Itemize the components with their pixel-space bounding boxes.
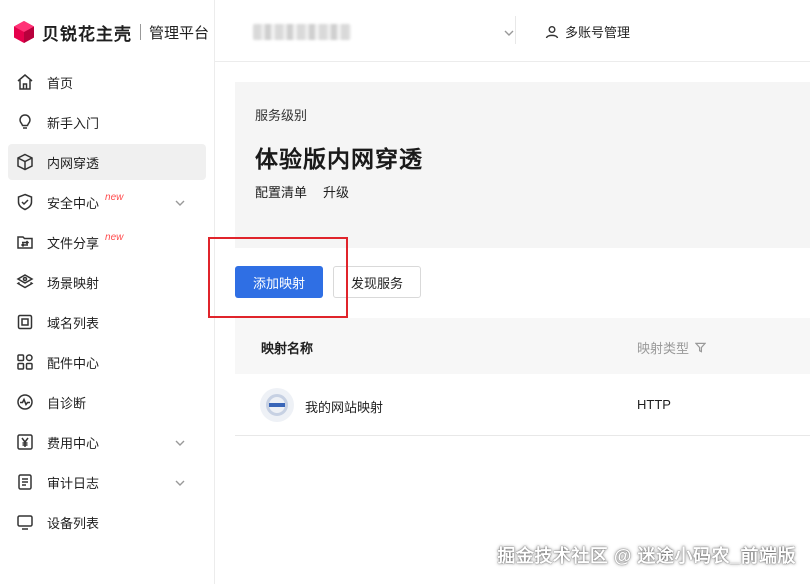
brand[interactable]: 贝锐花主壳 管理平台: [0, 0, 214, 64]
filter-icon[interactable]: [695, 342, 707, 353]
new-badge: new: [105, 231, 124, 243]
user-icon: [545, 25, 559, 38]
sidebar-item-label: 文件分享: [47, 235, 100, 251]
header-divider: [515, 16, 516, 44]
service-title: 体验版内网穿透: [255, 146, 423, 172]
sidebar-item-7[interactable]: 配件中心: [8, 344, 206, 380]
shield-icon: [16, 193, 34, 211]
brand-logo-icon: [14, 21, 34, 43]
domain-icon: [16, 313, 34, 331]
service-level-label: 服务级别: [255, 108, 308, 123]
chevron-down-icon[interactable]: [174, 196, 186, 208]
account-select[interactable]: [253, 20, 515, 44]
sidebar-item-label: 自诊断: [47, 395, 87, 411]
sidebar-item-label: 场景映射: [47, 275, 100, 291]
main-content: 服务级别 体验版内网穿透 配置清单 升级 添加映射 发现服务 映射名称 映射类型…: [215, 62, 810, 584]
sidebar-item-0[interactable]: 首页: [8, 64, 206, 100]
chevron-down-icon[interactable]: [174, 436, 186, 448]
service-links: 配置清单 升级: [255, 182, 349, 201]
sidebar-item-5[interactable]: 场景映射: [8, 264, 206, 300]
table-header: 映射名称 映射类型: [235, 318, 810, 374]
upgrade-link[interactable]: 升级: [323, 182, 349, 201]
mapping-table: 映射名称 映射类型 我的网站映射 HTTP: [235, 318, 810, 436]
folder-share-icon: [16, 233, 34, 251]
grid-icon: [16, 353, 34, 371]
sidebar-item-10[interactable]: 审计日志: [8, 464, 206, 500]
sidebar-item-label: 内网穿透: [47, 155, 100, 171]
column-header-type-label: 映射类型: [637, 341, 690, 356]
sidebar-item-label: 费用中心: [47, 435, 100, 451]
mapping-type: HTTP: [637, 397, 671, 412]
multi-account-button[interactable]: 多账号管理: [545, 22, 630, 41]
yen-icon: [16, 433, 34, 451]
brand-name: 贝锐花主壳: [42, 24, 132, 44]
table-row[interactable]: 我的网站映射 HTTP: [235, 374, 810, 436]
mapping-name[interactable]: 我的网站映射: [305, 397, 383, 416]
cube-icon: [16, 153, 34, 171]
watermark: 掘金技术社区 @ 迷途小码农_前端版: [497, 546, 796, 566]
browser-icon: [260, 388, 294, 422]
sidebar-item-6[interactable]: 域名列表: [8, 304, 206, 340]
sidebar-item-8[interactable]: 自诊断: [8, 384, 206, 420]
chevron-down-icon[interactable]: [174, 476, 186, 488]
sidebar-item-2[interactable]: 内网穿透: [8, 144, 206, 180]
sidebar-item-label: 域名列表: [47, 315, 100, 331]
monitor-icon: [16, 513, 34, 531]
column-header-name: 映射名称: [261, 341, 314, 356]
new-badge: new: [105, 191, 124, 203]
sidebar-item-11[interactable]: 设备列表: [8, 504, 206, 540]
chevron-down-icon: [503, 26, 515, 38]
sidebar-item-label: 安全中心: [47, 195, 100, 211]
column-header-type[interactable]: 映射类型: [637, 338, 707, 357]
discover-service-button[interactable]: 发现服务: [333, 266, 421, 298]
sidebar-item-label: 首页: [47, 75, 74, 91]
sidebar: 贝锐花主壳 管理平台 首页新手入门内网穿透安全中心 new 文件分享 new 场景映射域…: [0, 0, 215, 584]
add-mapping-button[interactable]: 添加映射: [235, 266, 323, 298]
sidebar-item-9[interactable]: 费用中心: [8, 424, 206, 460]
diagnosis-icon: [16, 393, 34, 411]
brand-subtitle: 管理平台: [149, 24, 210, 42]
top-header: 多账号管理: [215, 0, 810, 62]
home-icon: [16, 73, 34, 91]
log-icon: [16, 473, 34, 491]
lightbulb-icon: [16, 113, 34, 131]
multi-account-label: 多账号管理: [565, 25, 631, 40]
sidebar-item-label: 设备列表: [47, 515, 100, 531]
sidebar-nav: 首页新手入门内网穿透安全中心 new 文件分享 new 场景映射域名列表配件中心自诊断费…: [0, 64, 214, 540]
sidebar-item-label: 审计日志: [47, 475, 100, 491]
sidebar-item-3[interactable]: 安全中心 new: [8, 184, 206, 220]
layers-icon: [16, 273, 34, 291]
sidebar-item-4[interactable]: 文件分享 new: [8, 224, 206, 260]
sidebar-item-label: 配件中心: [47, 355, 100, 371]
account-name-redacted: [253, 24, 351, 40]
config-list-link[interactable]: 配置清单: [255, 182, 307, 201]
sidebar-item-1[interactable]: 新手入门: [8, 104, 206, 140]
brand-divider: [140, 24, 141, 40]
sidebar-item-label: 新手入门: [47, 115, 100, 131]
